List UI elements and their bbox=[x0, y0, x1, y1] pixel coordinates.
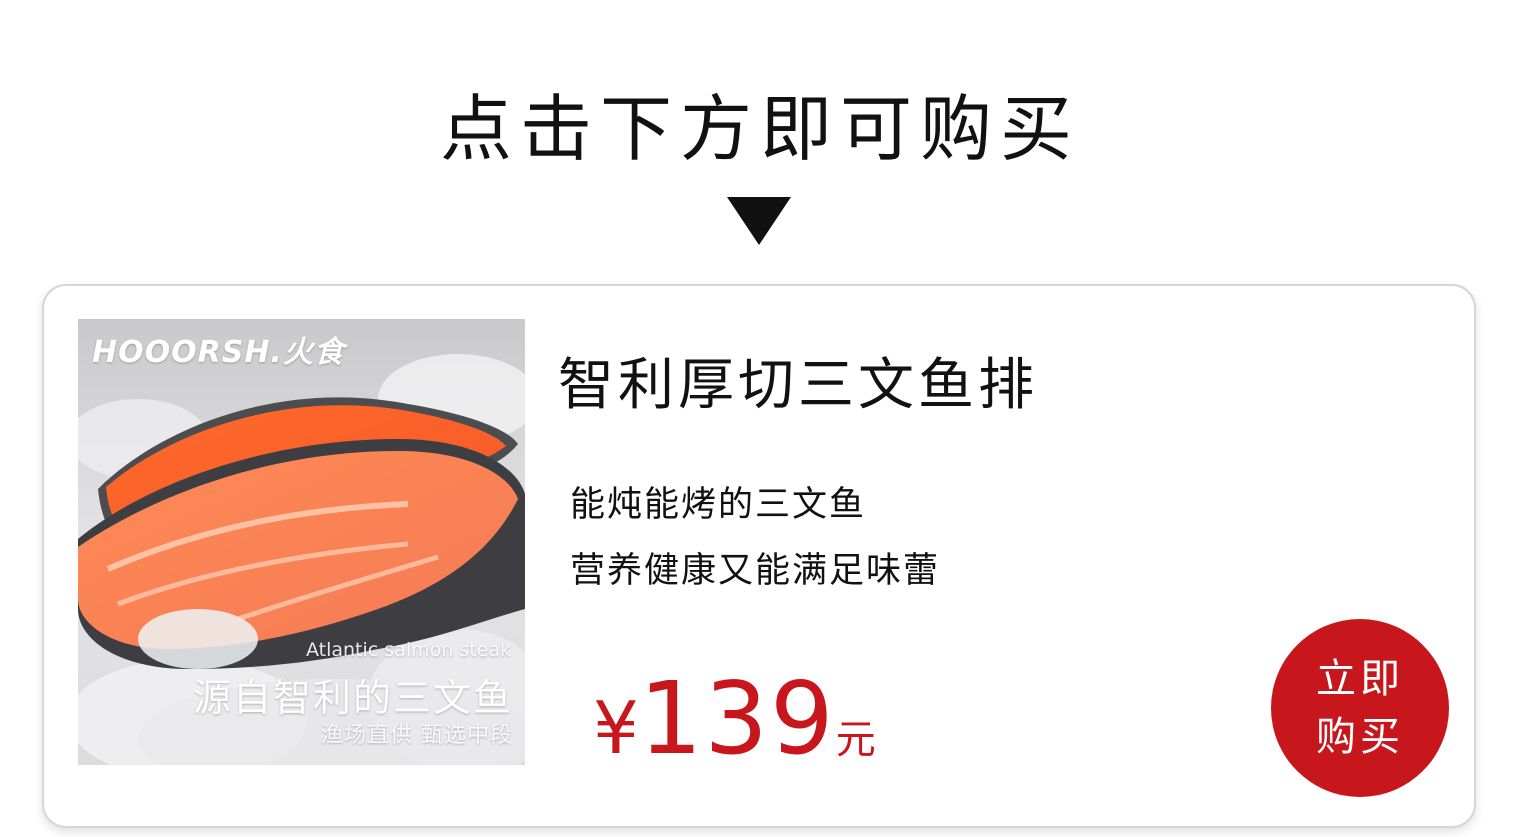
image-subtitle-en: Atlantic salmon steak bbox=[305, 639, 511, 661]
buy-button-label: 购买 bbox=[1316, 714, 1404, 760]
image-title: 源自智利的三文鱼 bbox=[192, 676, 513, 720]
price-value: 139 bbox=[638, 660, 836, 777]
page-title: 点击下方即可购买 bbox=[439, 87, 1080, 171]
image-tagline: 渔场直供 甄选中段 bbox=[321, 723, 513, 748]
product-description-line: 营养健康又能满足味蕾 bbox=[570, 551, 941, 591]
buy-button-label: 立即 bbox=[1316, 656, 1404, 702]
product-name[interactable]: 智利厚切三文鱼排 bbox=[558, 340, 1038, 421]
currency-symbol: ¥ bbox=[593, 686, 639, 770]
product-description-line: 能炖能烤的三文鱼 bbox=[570, 485, 867, 525]
product-image[interactable]: HOOORSH.火食 Atlantic salmon steak 源自智利的三文… bbox=[78, 319, 525, 765]
product-price: ¥139元 bbox=[593, 660, 876, 777]
brand-logo: HOOORSH.火食 bbox=[92, 335, 345, 370]
price-unit: 元 bbox=[835, 717, 876, 763]
buy-now-button[interactable]: 立即 购买 bbox=[1271, 619, 1449, 797]
triangle-down-icon bbox=[727, 197, 791, 245]
